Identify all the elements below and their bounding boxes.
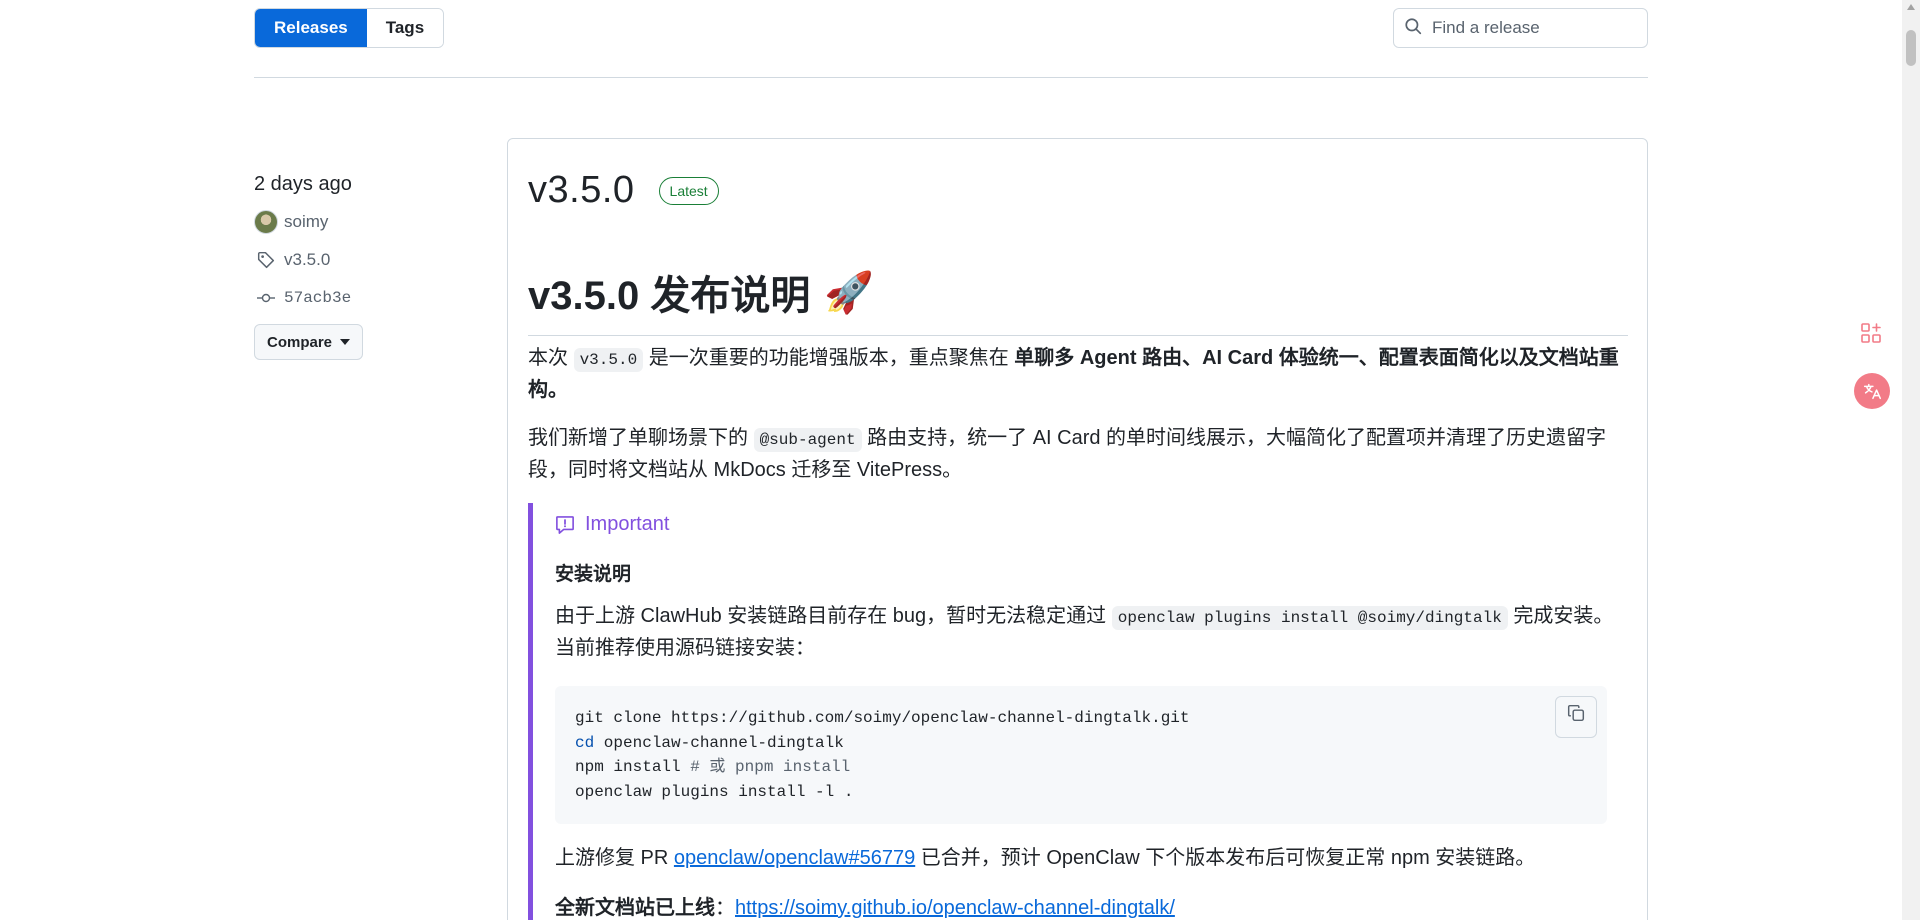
releases-tab[interactable]: Releases	[255, 9, 367, 47]
release-card: v3.5.0 Latest v3.5.0 发布说明 🚀 本次 v3.5.0 是一…	[507, 138, 1648, 920]
code-line-3-cmd: npm install	[575, 758, 691, 776]
releases-tags-switch: Releases Tags	[254, 8, 445, 48]
code-line-3: npm install # 或 pnpm install	[575, 755, 1587, 780]
latest-badge: Latest	[658, 176, 719, 205]
scrollbar-thumb[interactable]	[1906, 30, 1916, 66]
report-icon	[555, 515, 575, 535]
code-line-4: openclaw plugins install -l .	[575, 782, 854, 801]
translate-icon[interactable]	[1854, 373, 1890, 409]
docs-paragraph: 全新文档站已上线：https://soimy.github.io/opencla…	[555, 893, 1615, 920]
code-block[interactable]: git clone https://github.com/soimy/openc…	[555, 686, 1607, 824]
docs-site-link[interactable]: https://soimy.github.io/openclaw-channel…	[735, 897, 1175, 919]
compare-button[interactable]: Compare	[254, 324, 364, 360]
author-name[interactable]: soimy	[284, 212, 328, 232]
install-heading: 安装说明	[555, 564, 632, 585]
install-text-a: 由于上游 ClawHub 安装链路目前存在 bug，暂时无法稳定通过	[555, 605, 1112, 627]
tag-name[interactable]: v3.5.0	[284, 250, 330, 270]
code-line-2-rest: openclaw-channel-dingtalk	[594, 733, 844, 752]
upstream-paragraph: 上游修复 PR openclaw/openclaw#56779 已合并，预计 O…	[555, 843, 1615, 873]
callout-title: Important	[555, 513, 669, 536]
summary-paragraph: 我们新增了单聊场景下的 @sub-agent 路由支持，统一了 AI Card …	[528, 423, 1628, 485]
scroll-up-arrow[interactable]	[1907, 4, 1915, 10]
inline-code-version: v3.5.0	[573, 348, 644, 372]
avatar	[254, 210, 278, 234]
caret-down-icon	[340, 339, 351, 345]
compare-label: Compare	[267, 333, 333, 351]
commit-icon	[254, 286, 278, 310]
release-title-row: v3.5.0 Latest	[528, 169, 719, 212]
docs-bold: 全新文档站已上线	[555, 897, 715, 919]
upstream-text-b: 已合并，预计 OpenClaw 下个版本发布后可恢复正常 npm 安装链路。	[915, 847, 1536, 869]
copy-icon	[1567, 704, 1585, 731]
tags-tab[interactable]: Tags	[366, 9, 444, 47]
intro-paragraph: 本次 v3.5.0 是一次重要的功能增强版本，重点聚焦在 单聊多 Agent 路…	[528, 343, 1628, 405]
apps-icon[interactable]	[1856, 318, 1886, 348]
inline-code-install: openclaw plugins install @soimy/dingtalk	[1111, 606, 1508, 630]
commit-row[interactable]: 57acb3e	[254, 284, 454, 312]
code-line-1: git clone https://github.com/soimy/openc…	[575, 709, 1190, 727]
find-release-search[interactable]	[1393, 8, 1648, 48]
releases-topbar: Releases Tags	[254, 8, 1648, 48]
page-scrollbar[interactable]	[1902, 0, 1920, 920]
divider	[254, 77, 1648, 78]
docs-colon: ：	[715, 897, 735, 919]
callout-title-text: Important	[585, 513, 670, 535]
intro-text-b: 是一次重要的功能增强版本，重点聚焦在	[643, 347, 1015, 369]
code-keyword: cd	[575, 733, 595, 752]
heading-text: v3.5.0 发布说明	[528, 274, 811, 318]
summary-text-a: 我们新增了单聊场景下的	[528, 427, 754, 449]
upstream-text-a: 上游修复 PR	[555, 847, 674, 869]
release-notes-heading: v3.5.0 发布说明 🚀	[528, 263, 1628, 336]
upstream-pr-link[interactable]: openclaw/openclaw#56779	[674, 847, 915, 869]
code-comment: # 或 pnpm install	[690, 758, 851, 776]
release-metadata: 2 days ago soimy v3.5.0 57acb3e Compare	[254, 170, 454, 360]
inline-code-subagent: @sub-agent	[753, 428, 862, 452]
find-release-input[interactable]	[1432, 18, 1632, 38]
tag-icon	[254, 248, 278, 272]
author-row[interactable]: soimy	[254, 208, 454, 236]
install-paragraph: 由于上游 ClawHub 安装链路目前存在 bug，暂时无法稳定通过 openc…	[555, 601, 1615, 663]
search-icon	[1404, 17, 1422, 40]
commit-sha[interactable]: 57acb3e	[284, 289, 351, 307]
code-line-2: cd openclaw-channel-dingtalk	[575, 731, 1587, 756]
release-date: 2 days ago	[254, 173, 352, 195]
important-callout: Important 安装说明 由于上游 ClawHub 安装链路目前存在 bug…	[528, 503, 1628, 920]
intro-text-a: 本次	[528, 347, 574, 369]
rocket-emoji: 🚀	[824, 270, 875, 315]
copy-button[interactable]	[1555, 696, 1597, 738]
tag-row[interactable]: v3.5.0	[254, 246, 454, 274]
release-version[interactable]: v3.5.0	[528, 169, 635, 212]
